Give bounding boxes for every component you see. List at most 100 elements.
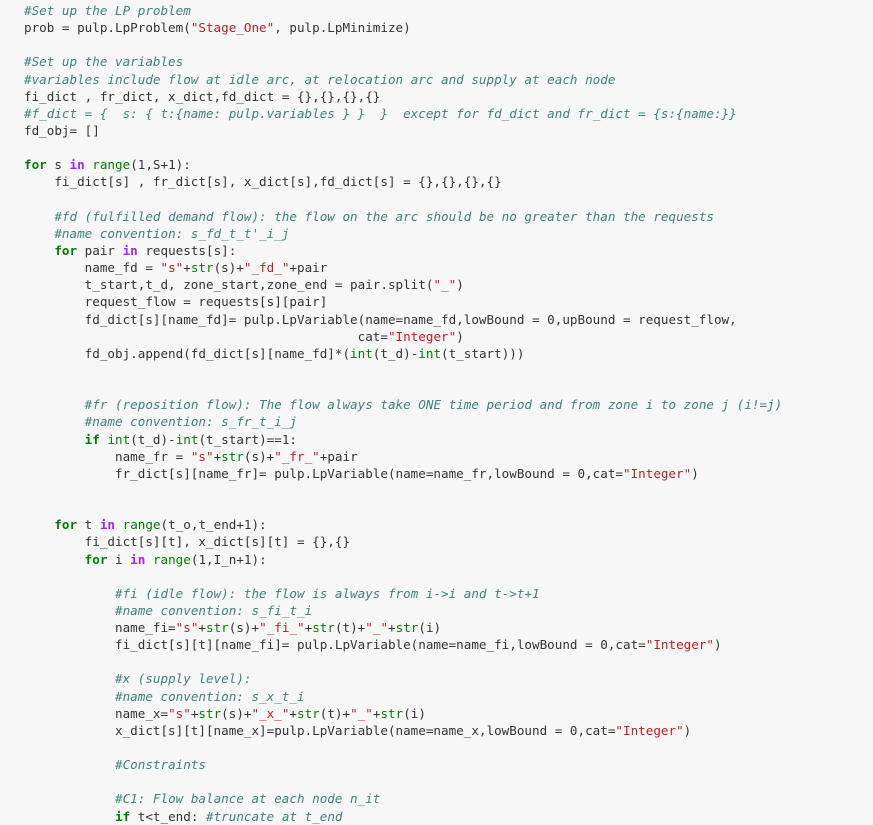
builtin-token: str <box>190 260 214 276</box>
string-token: "s" <box>168 705 191 721</box>
code-token: fd_obj= [] <box>24 122 100 138</box>
operator-keyword-token: in <box>130 551 146 567</box>
code-token: (i) <box>403 705 426 721</box>
string-token: "_fi_" <box>259 620 305 636</box>
code-line: ​ <box>24 568 873 585</box>
code-token: (i) <box>418 620 442 636</box>
code-line: #name convention: s_x_t_i <box>24 688 873 705</box>
code-line: #Set up the variables <box>24 53 873 70</box>
code-line: ​ <box>24 362 873 379</box>
code-token: fr_dict[s][name_fr]= pulp.LpVariable(nam… <box>24 465 623 481</box>
builtin-token: int <box>350 345 373 361</box>
code-line: #fd (fulfilled demand flow): the flow on… <box>24 208 873 225</box>
comment-token: #C1: Flow balance at each node n_it <box>115 791 381 807</box>
builtin-token: str <box>380 705 404 721</box>
keyword-token: for <box>84 551 108 567</box>
code-token: (s)+ <box>228 620 260 636</box>
string-token: "_fr_" <box>274 448 320 464</box>
code-line: ​ <box>24 773 873 790</box>
code-token: t_start,t_d, zone_start,zone_end = pair.… <box>24 277 434 293</box>
code-token: cat= <box>24 328 388 344</box>
code-line: if int(t_d)-int(t_start)==1: <box>24 431 873 448</box>
builtin-token: str <box>198 705 222 721</box>
code-line: cat="Integer") <box>24 328 873 345</box>
code-token: requests[s]: <box>137 242 237 258</box>
code-cell[interactable]: #Set up the LP problem prob = pulp.LpProb… <box>0 0 873 824</box>
code-token: (t_d)- <box>372 345 419 361</box>
string-token: "s" <box>160 260 184 276</box>
code-line: ​ <box>24 36 873 53</box>
code-line: fi_dict , fr_dict, x_dict,fd_dict = {},{… <box>24 88 873 105</box>
code-line: for t in range(t_o,t_end+1): <box>24 516 873 533</box>
code-token: ) <box>456 277 464 293</box>
code-line: #fr (reposition flow): The flow always t… <box>24 396 873 413</box>
code-token: (s)+ <box>213 260 244 276</box>
code-token: fi_dict , fr_dict, x_dict,fd_dict = {},{… <box>24 88 381 104</box>
code-line: for s in range(1,S+1): <box>24 156 873 173</box>
code-token: (t_start))) <box>441 345 525 361</box>
code-editor[interactable]: #Set up the LP problem prob = pulp.LpProb… <box>24 2 873 825</box>
code-token: +pair <box>319 448 358 464</box>
code-line: #fi (idle flow): the flow is always from… <box>24 585 873 602</box>
comment-token: #truncate at t_end <box>206 808 343 824</box>
code-line: fi_dict[s][t][name_fi]= pulp.LpVariable(… <box>24 636 873 653</box>
code-line: #x (supply level): <box>24 670 873 687</box>
code-token: , pulp.LpMinimize) <box>274 20 411 36</box>
code-token: fi_dict[s][t][name_fi]= pulp.LpVariable(… <box>24 637 646 653</box>
code-token: name_fi= <box>24 620 176 636</box>
string-token: "_" <box>433 277 457 293</box>
keyword-token: for <box>24 157 47 173</box>
code-line: if t<t_end: #truncate at t_end <box>24 808 873 825</box>
code-token: ) <box>683 722 692 738</box>
code-token: (t)+ <box>334 620 366 636</box>
string-token: "s" <box>190 448 214 464</box>
code-token: t <box>77 517 100 533</box>
code-line: #name convention: s_fi_t_i <box>24 602 873 619</box>
code-line: #name convention: s_fr_t_i_j <box>24 413 873 430</box>
builtin-token: int <box>418 345 442 361</box>
builtin-token: range <box>122 517 161 533</box>
builtin-token: str <box>297 705 320 721</box>
code-token: x_dict[s][t][name_x]=pulp.LpVariable(nam… <box>24 722 616 738</box>
comment-token: #variables include flow at idle arc, at … <box>24 71 616 87</box>
code-line: ​ <box>24 653 873 670</box>
code-token: pair <box>77 242 123 258</box>
keyword-token: for <box>54 517 78 533</box>
builtin-token: int <box>175 431 199 447</box>
code-token: + <box>183 260 191 276</box>
comment-token: #Set up the LP problem <box>24 3 191 18</box>
code-token: name_x= <box>24 705 169 721</box>
code-token: (t_o,t_end+1): <box>160 517 267 533</box>
code-line: ​ <box>24 379 873 396</box>
string-token: "s" <box>175 620 199 636</box>
code-line: fr_dict[s][name_fr]= pulp.LpVariable(nam… <box>24 465 873 482</box>
code-token: (t_start)==1: <box>198 431 298 447</box>
builtin-token: str <box>312 620 335 636</box>
code-line: name_fr = "s"+str(s)+"_fr_"+pair <box>24 448 873 465</box>
comment-token: #fr (reposition flow): The flow always t… <box>84 397 783 413</box>
code-line: #variables include flow at idle arc, at … <box>24 71 873 88</box>
comment-token: #Set up the variables <box>24 54 184 70</box>
code-line: ​ <box>24 482 873 499</box>
comment-token: #name convention: s_fd_t_t'_i_j <box>54 225 290 241</box>
code-token: prob = pulp.LpProblem( <box>24 20 191 36</box>
code-line: #Set up the LP problem <box>24 2 873 19</box>
string-token: "Integer" <box>615 722 684 738</box>
code-line: #f_dict = { s: { t:{name: pulp.variables… <box>24 105 873 122</box>
keyword-token: for <box>54 242 78 258</box>
comment-token: #x (supply level): <box>115 671 252 687</box>
comment-token: #name convention: s_x_t_i <box>115 688 305 704</box>
keyword-token: if <box>84 431 100 447</box>
code-line: fi_dict[s][t], x_dict[s][t] = {},{} <box>24 533 873 550</box>
code-line: request_flow = requests[s][pair] <box>24 293 873 310</box>
code-token: fi_dict[s][t], x_dict[s][t] = {},{} <box>24 534 351 550</box>
keyword-token: if <box>115 808 131 824</box>
string-token: "_" <box>365 620 389 636</box>
